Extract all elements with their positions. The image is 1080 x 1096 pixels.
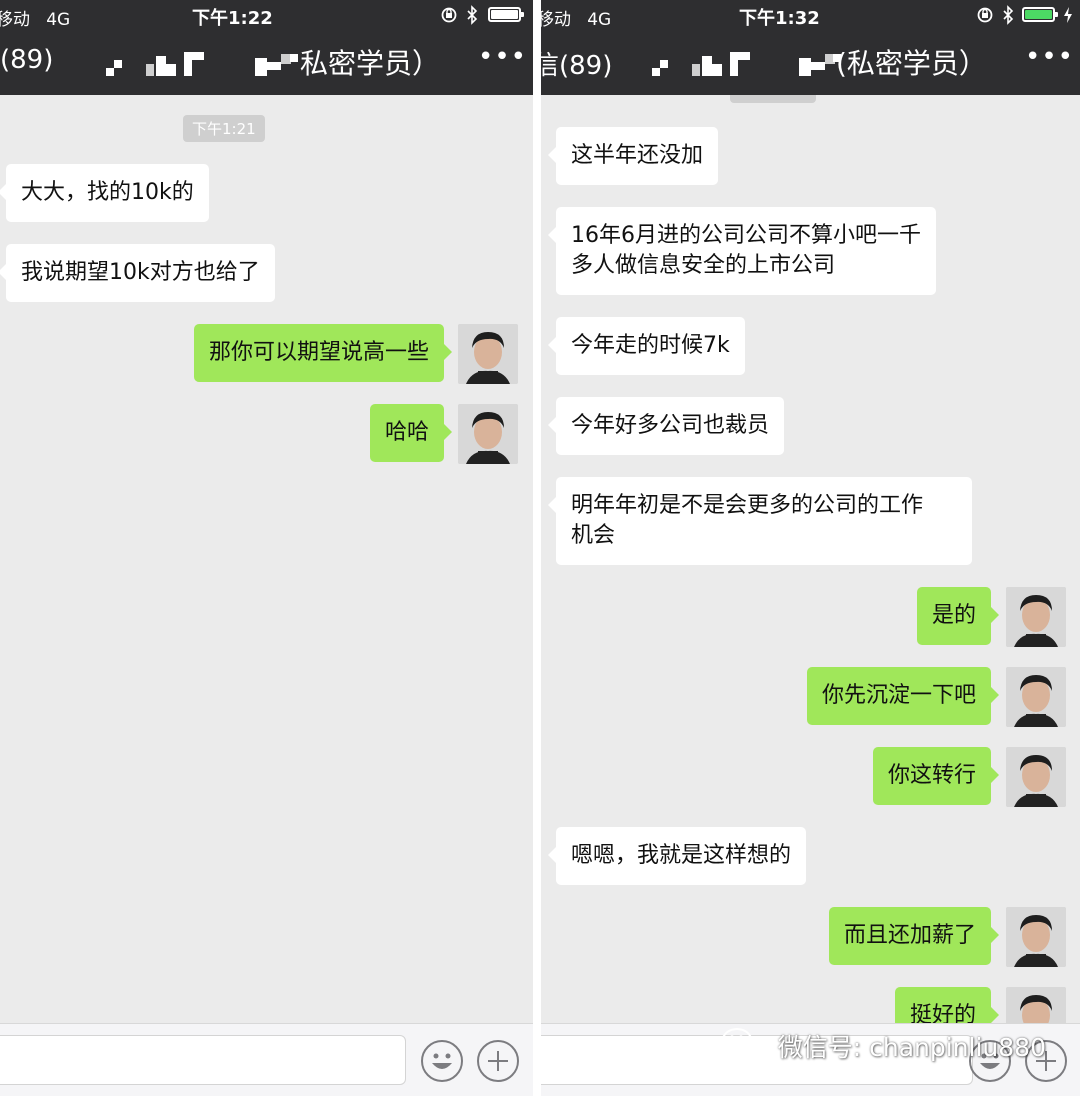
- watermark-text: 微信号: chanpinliu880: [777, 1033, 1046, 1062]
- avatar[interactable]: [1006, 907, 1066, 967]
- status-bar: 移动 4G 下午1:32: [541, 0, 1080, 30]
- outgoing-message[interactable]: 那你可以期望说高一些: [193, 324, 453, 382]
- carrier-label: 移动 4G: [0, 10, 71, 30]
- back-button[interactable]: 信(89): [541, 45, 612, 82]
- chat-header: (89) 私密学员） •••: [0, 30, 533, 95]
- message-timestamp: 下午1:21: [183, 115, 265, 142]
- wechat-icon: [720, 1026, 764, 1066]
- emoji-icon: [432, 1053, 452, 1069]
- clock: 下午1:32: [739, 8, 820, 29]
- outgoing-message[interactable]: 而且还加薪了: [828, 907, 1000, 965]
- chat-screen-left: 移动 4G 下午1:22 (89) 私密学员） ••• 下午1:21 大大，找的…: [0, 0, 533, 1096]
- orientation-lock-icon: [440, 4, 458, 32]
- back-button[interactable]: (89): [0, 45, 53, 75]
- outgoing-message[interactable]: 你先沉淀一下吧: [806, 667, 1000, 725]
- outgoing-message[interactable]: 你这转行: [872, 747, 1000, 805]
- avatar[interactable]: [1006, 587, 1066, 647]
- more-functions-button[interactable]: [477, 1040, 519, 1082]
- bluetooth-icon: [466, 4, 478, 32]
- avatar[interactable]: [458, 324, 518, 384]
- avatar[interactable]: [1006, 667, 1066, 727]
- chat-title-text: 私密学员）: [300, 47, 441, 80]
- battery-icon: [1022, 7, 1058, 22]
- clock: 下午1:22: [192, 8, 273, 29]
- chat-title: (私密学员）: [646, 42, 987, 82]
- avatar[interactable]: [458, 404, 518, 464]
- incoming-message[interactable]: 大大，找的10k的: [0, 164, 209, 222]
- incoming-message[interactable]: 今年好多公司也裁员: [547, 397, 785, 455]
- incoming-message[interactable]: 我说期望10k对方也给了: [0, 244, 275, 302]
- emoji-button[interactable]: [421, 1040, 463, 1082]
- avatar[interactable]: [1006, 987, 1066, 1024]
- incoming-message[interactable]: 今年走的时候7k: [548, 317, 745, 375]
- more-options-button[interactable]: •••: [1025, 42, 1074, 72]
- message-input[interactable]: [0, 1035, 406, 1085]
- chat-header: 信(89) (私密学员） •••: [541, 30, 1080, 95]
- outgoing-message[interactable]: 挺好的: [894, 987, 1000, 1024]
- wechat-watermark: 微信号: chanpinliu880: [720, 1026, 1046, 1070]
- outgoing-message[interactable]: 是的: [916, 587, 1000, 645]
- incoming-message[interactable]: 嗯嗯，我就是这样想的: [547, 827, 807, 885]
- avatar[interactable]: [1006, 747, 1066, 807]
- message-timestamp-clipped: [730, 95, 816, 103]
- more-options-button[interactable]: •••: [478, 42, 527, 72]
- charging-bolt-icon: [1062, 4, 1074, 32]
- incoming-message[interactable]: 明年年初是不是会更多的公司的工作 机会: [548, 477, 972, 565]
- orientation-lock-icon: [976, 4, 994, 32]
- carrier-label: 移动 4G: [541, 10, 612, 30]
- input-bar: [0, 1023, 533, 1096]
- incoming-message[interactable]: 16年6月进的公司公司不算小吧一千 多人做信息安全的上市公司: [548, 207, 936, 295]
- chat-title: 私密学员）: [100, 42, 440, 82]
- bluetooth-icon: [1002, 4, 1014, 32]
- chat-screen-right: 移动 4G 下午1:32 信(89) (私密学员） ••• 这半年还没加 16年…: [541, 0, 1080, 1096]
- message-list[interactable]: 这半年还没加 16年6月进的公司公司不算小吧一千 多人做信息安全的上市公司 今年…: [541, 95, 1080, 1024]
- battery-icon: [488, 7, 524, 22]
- status-bar: 移动 4G 下午1:22: [0, 0, 533, 30]
- chat-title-text: (私密学员）: [836, 47, 987, 80]
- outgoing-message[interactable]: 哈哈: [369, 404, 453, 462]
- message-list[interactable]: 下午1:21 大大，找的10k的 我说期望10k对方也给了 那你可以期望说高一些…: [0, 95, 533, 1024]
- incoming-message[interactable]: 这半年还没加: [547, 127, 719, 185]
